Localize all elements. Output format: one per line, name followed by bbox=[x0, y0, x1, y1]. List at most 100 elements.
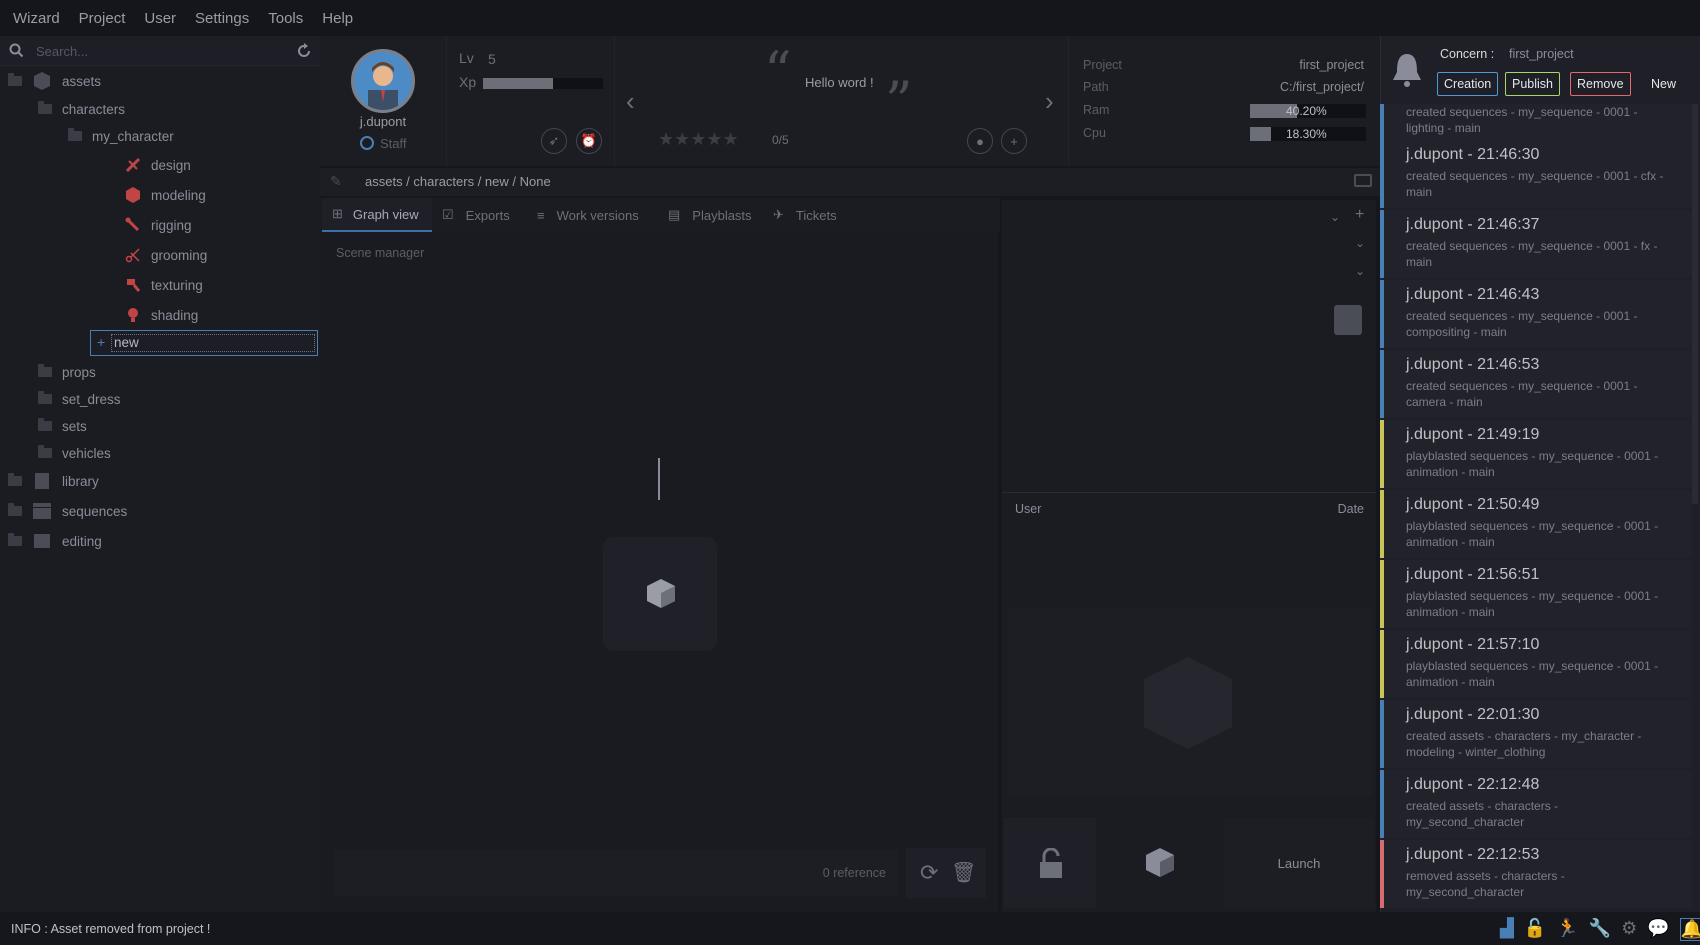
notification-item[interactable]: j.dupont - 22:12:48 created assets - char… bbox=[1380, 770, 1692, 838]
tab-exports[interactable]: ☑ Exports bbox=[442, 198, 534, 232]
filter-publish[interactable]: Publish bbox=[1505, 72, 1560, 96]
folder-icon bbox=[38, 101, 52, 114]
search-bar[interactable]: Search... bbox=[0, 36, 320, 66]
notification-item[interactable]: j.dupont - 21:50:49 playblasted sequences… bbox=[1380, 490, 1692, 558]
scene-manager-title: Scene manager bbox=[336, 246, 425, 260]
notification-item[interactable]: j.dupont - 21:56:51 playblasted sequences… bbox=[1380, 560, 1692, 628]
star-icon[interactable]: ★ bbox=[706, 129, 722, 149]
notification-title: j.dupont - 21:49:19 bbox=[1406, 426, 1540, 443]
run-icon[interactable]: 🏃 bbox=[1556, 918, 1578, 941]
project-value: first_project bbox=[1299, 58, 1364, 72]
notification-partial[interactable]: created sequences - my_sequence - 0001 -… bbox=[1380, 104, 1692, 140]
tab-playblasts[interactable]: ▤ Playblasts bbox=[668, 198, 768, 232]
tree-item-vehicles[interactable]: vehicles bbox=[38, 442, 111, 464]
folder-icon bbox=[8, 73, 22, 86]
search-input[interactable]: Search... bbox=[36, 44, 88, 59]
pin-icon[interactable]: ✎ bbox=[330, 173, 342, 190]
user-role: Staff bbox=[380, 136, 407, 151]
refresh-icon[interactable]: ⟳ bbox=[920, 860, 938, 886]
notification-item[interactable]: j.dupont - 21:49:19 playblasted sequences… bbox=[1380, 420, 1692, 488]
chevron-down-icon[interactable]: ⌄ bbox=[1355, 264, 1365, 278]
unlock-icon bbox=[1040, 848, 1062, 878]
notification-item[interactable]: j.dupont - 22:01:30 created assets - char… bbox=[1380, 700, 1692, 768]
open-folder-icon[interactable] bbox=[1354, 174, 1372, 187]
references-count: 0 reference bbox=[822, 866, 886, 880]
plus-icon[interactable]: + bbox=[1355, 206, 1364, 224]
tree-item-library[interactable]: library bbox=[8, 470, 99, 492]
tree-item-sequences[interactable]: sequences bbox=[8, 500, 127, 522]
tab-work-versions[interactable]: ≡ Work versions bbox=[537, 198, 662, 232]
tree-item-rigging[interactable]: rigging bbox=[125, 214, 192, 236]
tree-item-shading[interactable]: shading bbox=[125, 304, 198, 326]
alarm-button[interactable]: ⏰ bbox=[576, 128, 602, 154]
folder-icon bbox=[68, 128, 82, 141]
star-icon[interactable]: ★ bbox=[674, 129, 690, 149]
package-button[interactable] bbox=[1100, 818, 1220, 908]
brush-icon bbox=[127, 279, 141, 292]
refresh-icon[interactable] bbox=[296, 43, 312, 59]
notes-icon[interactable] bbox=[1334, 305, 1362, 335]
filter-new[interactable]: New bbox=[1644, 72, 1683, 96]
folder-icon bbox=[38, 418, 52, 431]
tree-item-editing[interactable]: editing bbox=[8, 530, 102, 552]
notification-item[interactable]: j.dupont - 21:57:10 playblasted sequences… bbox=[1380, 630, 1692, 698]
notification-title: j.dupont - 21:46:43 bbox=[1406, 286, 1540, 303]
breadcrumb: assets / characters / new / None bbox=[365, 174, 551, 189]
notification-item[interactable]: j.dupont - 22:12:53 removed assets - char… bbox=[1380, 840, 1692, 908]
tree-item-assets[interactable]: assets bbox=[8, 70, 101, 92]
tab-label: Work versions bbox=[556, 207, 639, 223]
menu-tools[interactable]: Tools bbox=[268, 10, 303, 27]
previous-arrow-icon[interactable]: ‹ bbox=[626, 86, 635, 117]
add-quote-button[interactable]: + bbox=[1001, 128, 1027, 154]
menu-user[interactable]: User bbox=[144, 10, 176, 27]
lock-icon[interactable]: 🔓 bbox=[1524, 918, 1546, 941]
rocket-button[interactable]: ➶ bbox=[541, 128, 567, 154]
python-icon[interactable]: ⚙ bbox=[1621, 918, 1637, 941]
tab-tickets[interactable]: ✈ Tickets bbox=[773, 198, 873, 232]
wrench-icon[interactable]: 🔧 bbox=[1589, 918, 1611, 941]
menu-settings[interactable]: Settings bbox=[195, 10, 249, 27]
lock-button[interactable] bbox=[1004, 818, 1096, 908]
chevron-down-icon[interactable]: ⌄ bbox=[1355, 236, 1365, 250]
tree-item-sets[interactable]: sets bbox=[38, 415, 87, 437]
tree-item-grooming[interactable]: grooming bbox=[125, 244, 207, 266]
menu-help[interactable]: Help bbox=[322, 10, 353, 27]
tree-item-my-character[interactable]: my_character bbox=[68, 125, 174, 147]
tree-item-modeling[interactable]: modeling bbox=[125, 184, 206, 206]
next-arrow-icon[interactable]: › bbox=[1045, 86, 1054, 117]
bell-icon[interactable]: 🔔 bbox=[1679, 918, 1700, 941]
notification-description: playblasted sequences - my_sequence - 00… bbox=[1406, 659, 1659, 689]
scene-drop-zone[interactable] bbox=[603, 537, 717, 651]
chevron-down-icon[interactable]: ⌄ bbox=[1330, 210, 1340, 224]
star-icon[interactable]: ★ bbox=[690, 129, 706, 149]
tree-item-set-dress[interactable]: set_dress bbox=[38, 388, 121, 410]
notification-item[interactable]: j.dupont - 21:46:37 created sequences - m… bbox=[1380, 210, 1692, 278]
rating-stars[interactable]: ★★★★★ bbox=[658, 129, 739, 150]
concern-label: Concern : bbox=[1440, 47, 1495, 61]
new-item-field[interactable]: + new bbox=[90, 330, 318, 356]
new-item-input[interactable]: new bbox=[111, 334, 315, 352]
avatar-icon bbox=[368, 62, 398, 110]
star-icon[interactable]: ★ bbox=[658, 129, 674, 149]
notification-item[interactable]: j.dupont - 21:46:30 created sequences - m… bbox=[1380, 140, 1692, 208]
tree-item-props[interactable]: props bbox=[38, 361, 96, 383]
tree-item-texturing[interactable]: texturing bbox=[125, 274, 203, 296]
tab-graph-view[interactable]: ⊞ Graph view bbox=[322, 198, 432, 232]
tree-item-design[interactable]: design bbox=[125, 154, 191, 176]
tree-item-characters[interactable]: characters bbox=[38, 98, 125, 120]
menu-wizard[interactable]: Wizard bbox=[13, 10, 60, 27]
signal-icon[interactable]: ▟ bbox=[1500, 918, 1514, 941]
scrollbar[interactable] bbox=[1692, 104, 1698, 504]
chat-icon[interactable]: 💬 bbox=[1647, 918, 1669, 941]
user-button[interactable]: ● bbox=[967, 128, 993, 154]
filter-remove[interactable]: Remove bbox=[1570, 72, 1631, 96]
launch-button[interactable]: Launch bbox=[1224, 818, 1374, 908]
menu-project[interactable]: Project bbox=[79, 10, 126, 27]
filter-creation[interactable]: Creation bbox=[1437, 72, 1499, 96]
tab-label: Tickets bbox=[795, 207, 837, 223]
notification-item[interactable]: j.dupont - 21:46:43 created sequences - m… bbox=[1380, 280, 1692, 348]
notification-item[interactable]: j.dupont - 21:46:53 created sequences - m… bbox=[1380, 350, 1692, 418]
avatar[interactable] bbox=[351, 49, 415, 113]
trash-icon[interactable]: 🗑 bbox=[951, 860, 976, 885]
star-icon[interactable]: ★ bbox=[723, 129, 739, 149]
